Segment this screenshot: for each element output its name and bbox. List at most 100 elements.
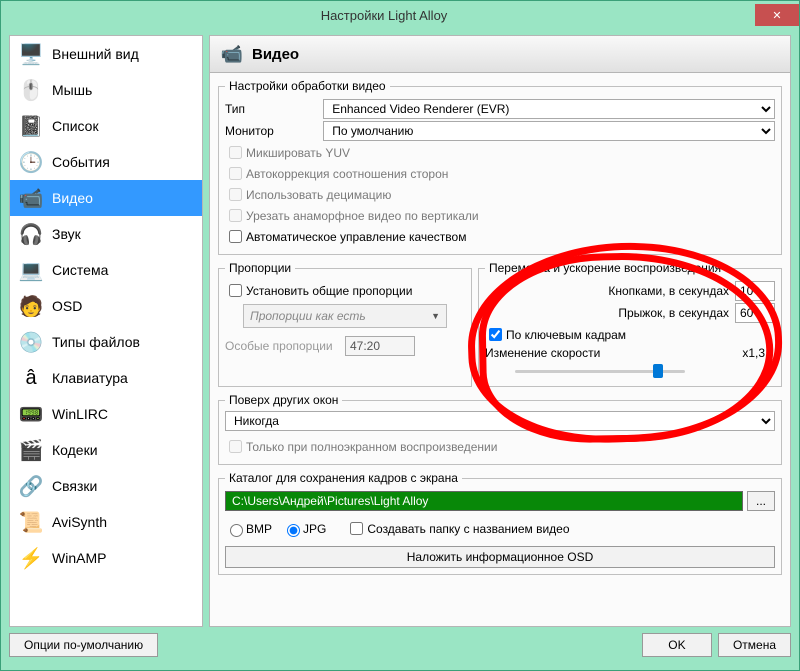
sidebar-item-label: OSD (52, 298, 82, 314)
keyframe-checkbox[interactable] (489, 328, 502, 341)
sidebar-item-label: WinLIRC (52, 406, 108, 422)
sidebar-item-13[interactable]: 📜AviSynth (10, 504, 202, 540)
sidebar-item-7[interactable]: 🧑 OSD (10, 288, 202, 324)
group-legend: Настройки обработки видео (225, 79, 390, 93)
sidebar-item-1[interactable]: 🖱️ Мышь (10, 72, 202, 108)
sidebar-icon: 💻 (16, 256, 46, 284)
sidebar-item-label: Кодеки (52, 442, 98, 458)
sidebar-item-label: Связки (52, 478, 97, 494)
sidebar-item-9[interactable]: â Клавиатура (10, 360, 202, 396)
sidebar-item-label: Внешний вид (52, 46, 139, 62)
fullscreen-only-checkbox (229, 440, 242, 453)
sidebar-icon: 🖥️ (16, 40, 46, 68)
type-select[interactable]: Enhanced Video Renderer (EVR) (323, 99, 775, 119)
sidebar-icon: 📜 (16, 508, 46, 536)
jpg-radio[interactable]: JPG (282, 521, 326, 537)
auto-quality-checkbox[interactable] (229, 230, 242, 243)
sidebar-icon: 📟 (16, 400, 46, 428)
sidebar-item-label: Типы файлов (52, 334, 140, 350)
mix-yuv-checkbox (229, 146, 242, 159)
create-folder-label: Создавать папку с названием видео (367, 522, 569, 536)
sidebar-icon: 🎧 (16, 220, 46, 248)
monitor-label: Монитор (225, 124, 323, 138)
monitor-select[interactable]: По умолчанию (323, 121, 775, 141)
common-aspect-label: Установить общие пропорции (246, 284, 412, 298)
group-legend: Перемотка и ускорение воспроизведения (485, 261, 725, 275)
decimation-checkbox (229, 188, 242, 201)
group-legend: Поверх других окон (225, 393, 342, 407)
sidebar-item-10[interactable]: 📟 WinLIRC (10, 396, 202, 432)
sidebar-icon: 📓 (16, 112, 46, 140)
sidebar-item-14[interactable]: ⚡ WinAMP (10, 540, 202, 576)
sidebar-item-0[interactable]: 🖥️ Внешний вид (10, 36, 202, 72)
sidebar: 🖥️ Внешний вид 🖱️ Мышь 📓 Список 🕒 События 📹 Видео… (9, 35, 203, 627)
buttons-seconds-label: Кнопками, в секундах (608, 284, 729, 298)
group-legend: Пропорции (225, 261, 295, 275)
capture-path[interactable]: C:\Users\Андрей\Pictures\Light Alloy (225, 491, 743, 511)
sidebar-icon: â (16, 364, 46, 392)
sidebar-item-label: Клавиатура (52, 370, 128, 386)
sidebar-item-label: Звук (52, 226, 81, 242)
sidebar-item-label: Мышь (52, 82, 92, 98)
section-header: 📹 Видео (209, 35, 791, 73)
sidebar-item-label: WinAMP (52, 550, 106, 566)
ok-button[interactable]: OK (642, 633, 712, 657)
fullscreen-only-label: Только при полноэкранном воспроизведении (246, 440, 497, 454)
sidebar-item-8[interactable]: 💿 Типы файлов (10, 324, 202, 360)
sidebar-icon: 🧑 (16, 292, 46, 320)
sidebar-item-11[interactable]: 🎬Кодеки (10, 432, 202, 468)
group-legend: Каталог для сохранения кадров с экрана (225, 471, 462, 485)
defaults-button[interactable]: Опции по-умолчанию (9, 633, 158, 657)
buttons-seconds-input[interactable] (735, 281, 775, 301)
jump-seconds-input[interactable] (735, 303, 775, 323)
sidebar-item-12[interactable]: 🔗 Связки (10, 468, 202, 504)
sidebar-item-label: Видео (52, 190, 93, 206)
sidebar-item-label: Список (52, 118, 99, 134)
type-label: Тип (225, 102, 323, 116)
aspect-preset-dropdown[interactable]: Пропорции как есть▼ (243, 304, 447, 328)
custom-aspect-label: Особые пропорции (225, 339, 345, 353)
overlay-osd-button[interactable]: Наложить информационное OSD (225, 546, 775, 568)
sidebar-icon: 🔗 (16, 472, 46, 500)
bmp-radio[interactable]: BMP (225, 521, 272, 537)
sidebar-item-2[interactable]: 📓 Список (10, 108, 202, 144)
auto-quality-label: Автоматическое управление качеством (246, 230, 466, 244)
ontop-group: Поверх других окон Никогда Только при по… (218, 393, 782, 465)
sidebar-icon: 🖱️ (16, 76, 46, 104)
speed-slider[interactable] (515, 362, 685, 380)
sidebar-item-6[interactable]: 💻 Система (10, 252, 202, 288)
close-button[interactable]: ✕ (755, 4, 799, 26)
sidebar-icon: 📹 (16, 184, 46, 212)
sidebar-item-label: События (52, 154, 110, 170)
cancel-button[interactable]: Отмена (718, 633, 791, 657)
keyframe-label: По ключевым кадрам (506, 328, 626, 342)
chevron-down-icon: ▼ (431, 311, 440, 321)
footer: Опции по-умолчанию OK Отмена (1, 627, 799, 663)
browse-button[interactable]: ... (747, 491, 775, 511)
titlebar: Настройки Light Alloy ✕ (1, 1, 799, 29)
autocorrect-ar-checkbox (229, 167, 242, 180)
crop-anamorphic-label: Урезать анаморфное видео по вертикали (246, 209, 479, 223)
playback-group: Перемотка и ускорение воспроизведения Кн… (478, 261, 782, 387)
ontop-select[interactable]: Никогда (225, 411, 775, 431)
speed-label: Изменение скорости (485, 346, 600, 360)
create-folder-checkbox[interactable] (350, 522, 363, 535)
mix-yuv-label: Микшировать YUV (246, 146, 350, 160)
camera-icon: 📹 (218, 42, 246, 66)
sidebar-item-5[interactable]: 🎧 Звук (10, 216, 202, 252)
autocorrect-ar-label: Автокоррекция соотношения сторон (246, 167, 448, 181)
jump-seconds-label: Прыжок, в секундах (618, 306, 729, 320)
settings-panel: Настройки обработки видео Тип Enhanced V… (209, 73, 791, 627)
aspect-group: Пропорции Установить общие пропорции Про… (218, 261, 472, 387)
sidebar-item-4[interactable]: 📹 Видео (10, 180, 202, 216)
sidebar-icon: 🕒 (16, 148, 46, 176)
custom-aspect-input (345, 336, 415, 356)
sidebar-icon: 💿 (16, 328, 46, 356)
decimation-label: Использовать децимацию (246, 188, 391, 202)
sidebar-item-label: Система (52, 262, 108, 278)
capture-group: Каталог для сохранения кадров с экрана C… (218, 471, 782, 575)
window-title: Настройки Light Alloy (321, 8, 448, 23)
sidebar-icon: ⚡ (16, 544, 46, 572)
common-aspect-checkbox[interactable] (229, 284, 242, 297)
sidebar-item-3[interactable]: 🕒 События (10, 144, 202, 180)
